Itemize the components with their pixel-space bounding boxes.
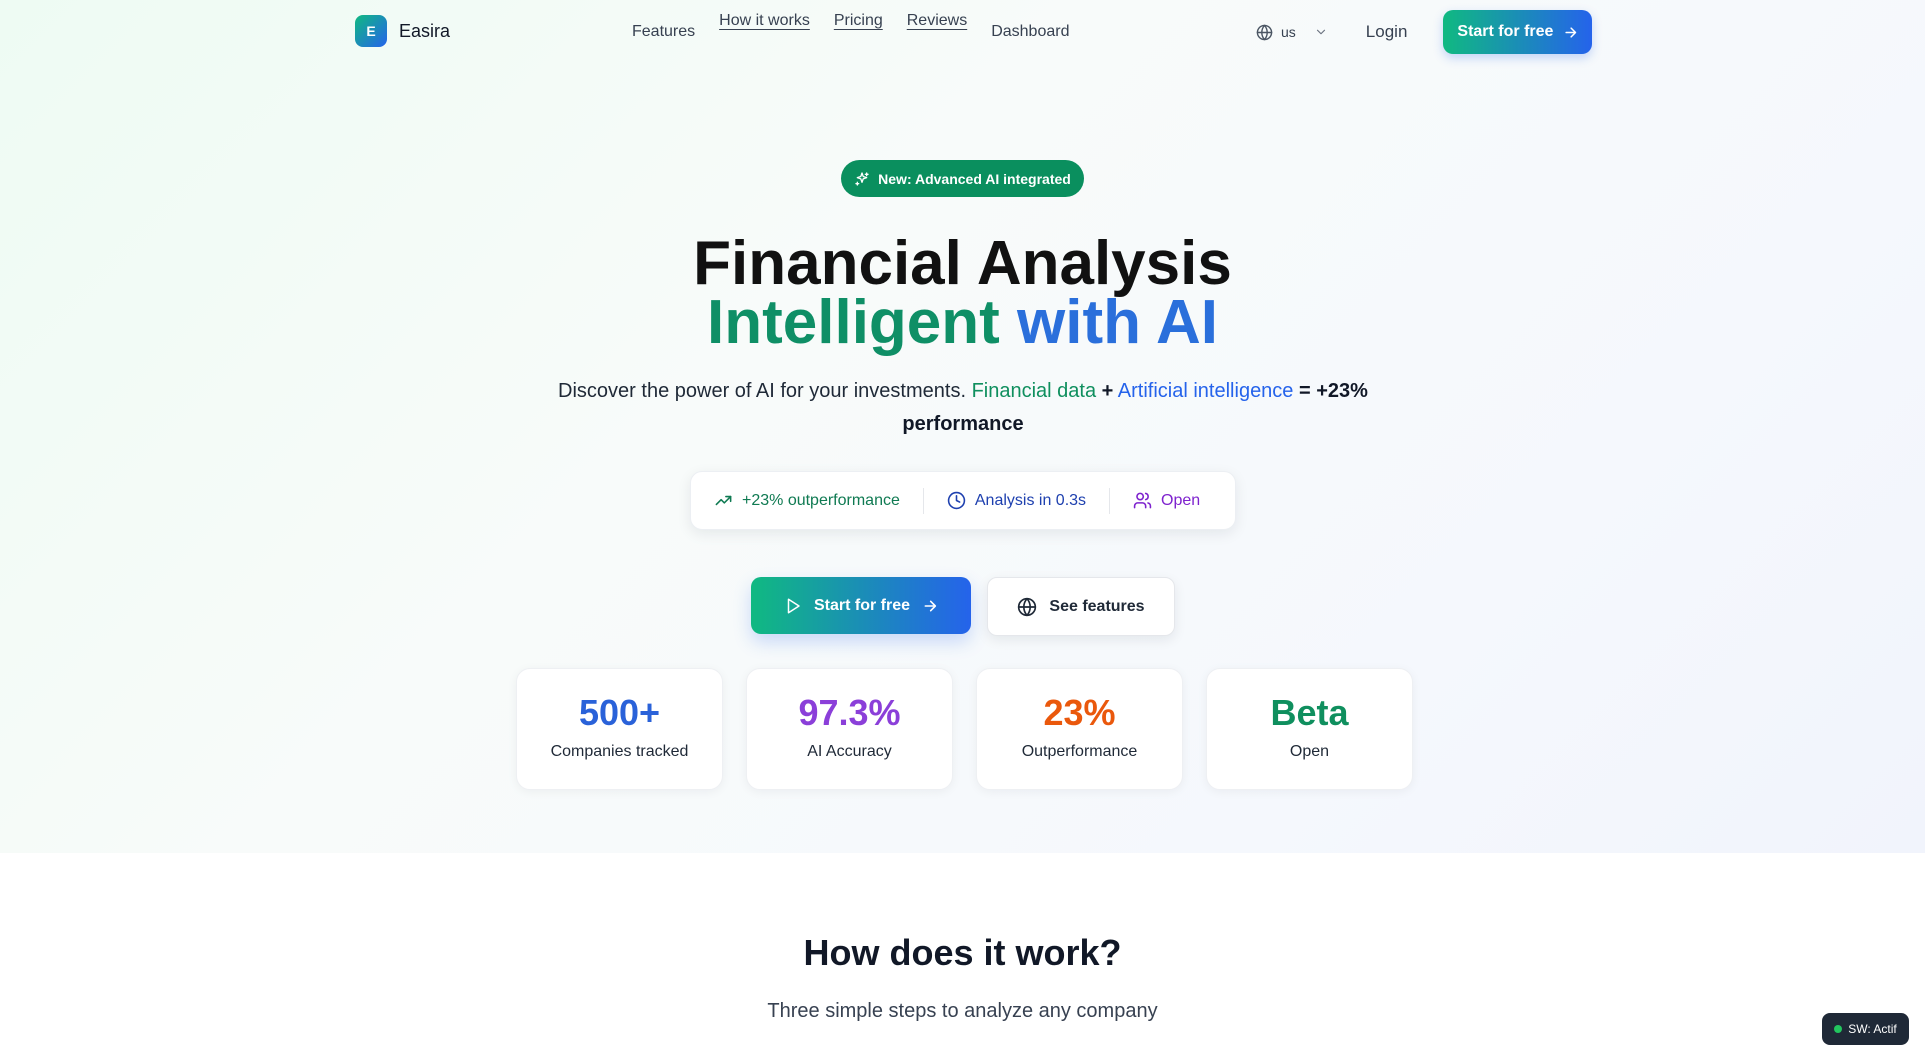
- arrow-right-icon: [922, 598, 938, 614]
- nav-links: Features How it works Pricing Reviews Da…: [632, 0, 1093, 64]
- login-link[interactable]: Login: [1366, 22, 1408, 42]
- service-worker-status-badge: SW: Actif: [1822, 1013, 1909, 1045]
- play-icon: [784, 597, 802, 615]
- globe-icon: [1017, 597, 1037, 617]
- hero-title-with-ai: with AI: [1017, 288, 1218, 357]
- nav-start-free-label: Start for free: [1457, 23, 1554, 40]
- stat-label: Companies tracked: [550, 743, 689, 760]
- nav-link-pricing[interactable]: Pricing: [834, 0, 883, 30]
- nav-link-reviews[interactable]: Reviews: [907, 0, 967, 30]
- stat-label: Open: [1289, 743, 1330, 760]
- see-features-label: See features: [1049, 597, 1145, 615]
- new-feature-badge: New: Advanced AI integrated: [841, 160, 1084, 197]
- globe-icon: [1256, 24, 1273, 41]
- users-icon: [1133, 491, 1152, 510]
- language-code: us: [1281, 24, 1296, 40]
- pill-outperformance-label: +23% outperformance: [742, 491, 900, 509]
- stat-value: 500+: [578, 692, 661, 733]
- how-it-works-subtitle: Three simple steps to analyze any compan…: [767, 1000, 1158, 1022]
- pill-analysis-speed-label: Analysis in 0.3s: [974, 491, 1087, 509]
- subtitle-plus: +: [1101, 380, 1114, 402]
- brand-logo[interactable]: E Easira: [355, 15, 450, 47]
- see-features-button[interactable]: See features: [987, 577, 1175, 636]
- brand-logo-mark: E: [355, 15, 387, 47]
- pill-open-label: Open: [1161, 491, 1201, 509]
- status-dot-icon: [1834, 1025, 1843, 1033]
- hero-subtitle: Discover the power of AI for your invest…: [538, 375, 1388, 441]
- language-selector[interactable]: us: [1256, 24, 1328, 41]
- nav-actions: us Login Start for free: [1256, 10, 1593, 54]
- trending-up-icon: [714, 491, 733, 510]
- nav-link-features[interactable]: Features: [632, 0, 695, 41]
- subtitle-financial-data: Financial data: [971, 380, 1097, 402]
- stat-label: AI Accuracy: [807, 743, 892, 760]
- stat-card-ai-accuracy: 97.3% AI Accuracy: [746, 668, 953, 790]
- hero-title-line1: Financial Analysis: [693, 229, 1232, 298]
- subtitle-prefix: Discover the power of AI for your invest…: [558, 380, 966, 402]
- arrow-right-icon: [1563, 25, 1578, 40]
- stat-card-outperformance: 23% Outperformance: [976, 668, 1183, 790]
- service-worker-label: SW: Actif: [1848, 1022, 1897, 1036]
- stat-card-companies: 500+ Companies tracked: [516, 668, 723, 790]
- nav-start-free-button[interactable]: Start for free: [1443, 10, 1593, 54]
- brand-name: Easira: [399, 20, 451, 41]
- highlight-pills: +23% outperformance Analysis in 0.3s Ope…: [690, 471, 1236, 530]
- pill-analysis-speed: Analysis in 0.3s: [924, 491, 1109, 510]
- stat-value: Beta: [1270, 692, 1349, 733]
- stat-value: 97.3%: [798, 692, 901, 733]
- pill-outperformance: +23% outperformance: [691, 491, 923, 510]
- chevron-down-icon: [1314, 25, 1328, 39]
- hero-start-free-label: Start for free: [813, 596, 911, 614]
- how-it-works-title: How does it work?: [803, 932, 1122, 973]
- badge-label: New: Advanced AI integrated: [878, 170, 1071, 187]
- nav-link-how-it-works[interactable]: How it works: [719, 0, 810, 30]
- subtitle-artificial-intelligence: Artificial intelligence: [1117, 380, 1294, 402]
- clock-icon: [947, 491, 966, 510]
- pill-open: Open: [1110, 491, 1223, 510]
- sparkles-icon: [854, 171, 870, 187]
- hero-title-line2: Intelligent with AI: [0, 292, 1925, 354]
- top-navigation: E Easira Features How it works Pricing R…: [0, 0, 1925, 64]
- stat-value: 23%: [1043, 692, 1116, 733]
- hero-title-intelligent: Intelligent: [707, 288, 1000, 357]
- hero-start-free-button[interactable]: Start for free: [751, 577, 971, 634]
- stat-card-beta: Beta Open: [1206, 668, 1413, 790]
- nav-link-dashboard[interactable]: Dashboard: [991, 0, 1069, 41]
- stat-label: Outperformance: [1021, 743, 1138, 760]
